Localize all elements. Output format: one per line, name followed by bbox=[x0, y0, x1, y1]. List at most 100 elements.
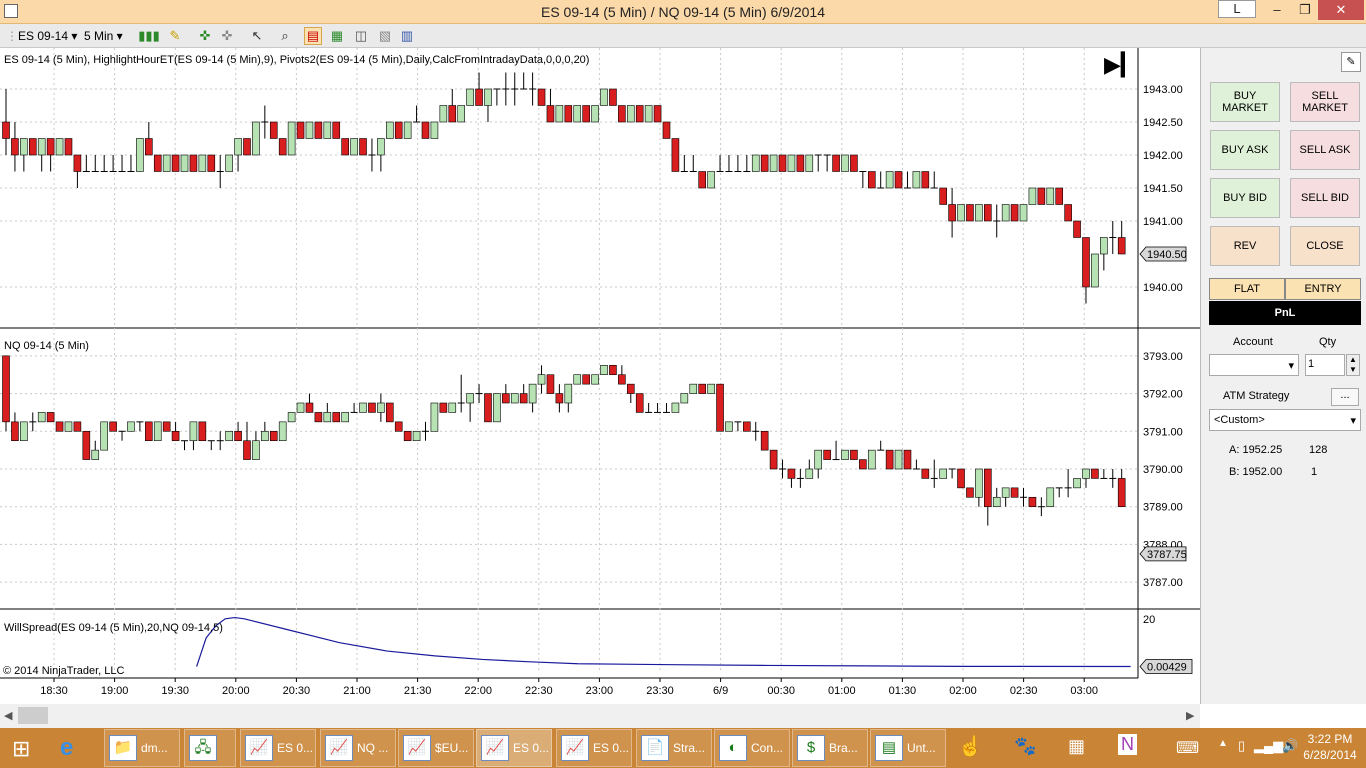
windows-start-icon[interactable]: ⊞ bbox=[12, 736, 30, 762]
maximize-icon[interactable]: ❐ bbox=[1292, 0, 1318, 20]
chart-trader-icon[interactable]: ▤ bbox=[304, 27, 322, 45]
taskbar-item[interactable]: 📈 ES 0... bbox=[476, 729, 552, 767]
scroll-left-icon[interactable]: ◀ bbox=[4, 709, 12, 722]
close-icon[interactable]: ✕ bbox=[1318, 0, 1364, 20]
candle-up bbox=[573, 105, 582, 123]
candle-up bbox=[189, 421, 198, 442]
scroll-right-icon[interactable]: ▶ bbox=[1186, 709, 1194, 722]
link-button[interactable]: L bbox=[1218, 0, 1256, 18]
candle-up bbox=[528, 383, 537, 404]
buy-ask-button[interactable]: BUY ASK bbox=[1210, 130, 1280, 170]
taskbar-item[interactable]: ◐ Con... bbox=[714, 729, 790, 767]
data-box-icon[interactable]: ▥ bbox=[398, 27, 416, 45]
chart-canvas[interactable]: 1943.00 1942.50 1942.00 1941.50 1941.00 1940.… bbox=[0, 48, 1200, 704]
candle-up bbox=[287, 412, 296, 423]
jump-to-end-icon[interactable]: ▶▎ bbox=[1104, 54, 1138, 76]
candle-down bbox=[243, 138, 251, 156]
properties-icon[interactable]: ▧ bbox=[376, 27, 394, 45]
global-crosshair-icon[interactable]: ✜ bbox=[218, 27, 236, 45]
zoom-icon[interactable]: ⌕ bbox=[276, 27, 294, 45]
last-price-label: 3787.75 bbox=[1147, 549, 1187, 561]
horizontal-scrollbar[interactable]: ◀ ▶ bbox=[0, 704, 1200, 728]
candle-down bbox=[207, 154, 216, 172]
time-tick-label: 00:30 bbox=[767, 685, 795, 697]
crosshair-icon[interactable]: ✜ bbox=[196, 27, 214, 45]
clock-time[interactable]: 3:22 PM bbox=[1300, 732, 1360, 746]
instrument-selector[interactable]: ES 09-14 ▾ bbox=[18, 27, 77, 45]
candle-up bbox=[573, 374, 582, 385]
network-signal-icon[interactable]: ▂▄▆ bbox=[1254, 738, 1283, 754]
sell-ask-button[interactable]: SELL ASK bbox=[1290, 130, 1360, 170]
chart-area[interactable]: 1943.00 1942.50 1942.00 1941.50 1941.00 1940.… bbox=[0, 48, 1200, 704]
taskbar-item[interactable]: ▤ Unt... bbox=[870, 729, 946, 767]
cursor-icon[interactable]: ↖ bbox=[248, 27, 266, 45]
candle-up bbox=[814, 449, 823, 470]
internet-explorer-icon[interactable]: e bbox=[60, 734, 73, 762]
candle-up bbox=[430, 402, 439, 432]
candle-up bbox=[626, 105, 635, 123]
taskbar-item[interactable]: 📈 ES 0... bbox=[556, 729, 632, 767]
atm-strategy-select[interactable]: <Custom> ▾ bbox=[1209, 409, 1361, 431]
candle-down bbox=[368, 402, 376, 413]
candle-up bbox=[591, 374, 599, 385]
taskbar-item[interactable]: 📈 NQ ... bbox=[320, 729, 396, 767]
candle-down bbox=[2, 355, 10, 423]
taskbar-item[interactable]: 📈 ES 0... bbox=[240, 729, 316, 767]
interval-selector[interactable]: 5 Min ▾ bbox=[84, 27, 123, 45]
candle-down bbox=[957, 468, 965, 489]
candle-down bbox=[662, 121, 671, 139]
candle-up bbox=[341, 412, 349, 423]
bars-type-icon[interactable]: ▮▮▮ bbox=[138, 27, 160, 45]
spread-panel-label: WillSpread(ES 09-14 (5 Min),20,NQ 09-14,… bbox=[4, 622, 223, 634]
atm-more-button[interactable]: ... bbox=[1331, 388, 1359, 406]
network-icon: 🖧 bbox=[189, 735, 217, 761]
candle-down bbox=[296, 121, 305, 139]
account-select[interactable]: ▾ bbox=[1209, 354, 1299, 376]
es-panel-label: ES 09-14 (5 Min), HighlightHourET(ES 09-… bbox=[4, 54, 590, 66]
taskbar-item[interactable]: 📈 $EU... bbox=[398, 729, 474, 767]
sell-bid-button[interactable]: SELL BID bbox=[1290, 178, 1360, 218]
taskbar-item[interactable]: 🖧 bbox=[184, 729, 236, 767]
taskbar-item[interactable]: 📄 Stra... bbox=[636, 729, 712, 767]
interval-label: 5 Min bbox=[84, 29, 114, 43]
candle-up bbox=[127, 421, 135, 432]
price-tick-label: 3793.00 bbox=[1143, 351, 1183, 363]
clock-date[interactable]: 6/28/2014 bbox=[1296, 748, 1364, 762]
candle-up bbox=[1091, 253, 1099, 288]
candle-up bbox=[377, 402, 385, 413]
candle-down bbox=[850, 449, 858, 460]
candle-up bbox=[20, 421, 28, 442]
candle-down bbox=[921, 171, 930, 189]
qty-input[interactable]: 1 bbox=[1305, 354, 1345, 376]
qty-stepper[interactable]: ▲ ▼ bbox=[1346, 354, 1360, 376]
scroll-thumb[interactable] bbox=[18, 707, 48, 724]
onenote-icon[interactable]: N bbox=[1118, 734, 1137, 755]
drawing-pencil-icon[interactable]: ✎ bbox=[166, 27, 184, 45]
pointer-app-icon[interactable]: ☝ bbox=[958, 734, 983, 759]
calculator-icon[interactable]: ▦ bbox=[1068, 736, 1085, 757]
buy-bid-button[interactable]: BUY BID bbox=[1210, 178, 1280, 218]
close-position-button[interactable]: CLOSE bbox=[1290, 226, 1360, 266]
buy-market-button[interactable]: BUY MARKET bbox=[1210, 82, 1280, 122]
keyboard-icon[interactable]: ⌨ bbox=[1176, 738, 1199, 758]
pin-icon[interactable]: ✎ bbox=[1341, 52, 1361, 72]
candle-down bbox=[618, 374, 626, 385]
indicators-icon[interactable]: ◫ bbox=[352, 27, 370, 45]
sell-market-button[interactable]: SELL MARKET bbox=[1290, 82, 1360, 122]
account-label: Account bbox=[1233, 336, 1273, 348]
show-hidden-icons-icon[interactable]: ▲ bbox=[1218, 738, 1228, 749]
reverse-button[interactable]: REV bbox=[1210, 226, 1280, 266]
candle-up bbox=[350, 138, 358, 156]
pnl-display: PnL bbox=[1209, 301, 1361, 325]
minimize-icon[interactable]: – bbox=[1262, 0, 1292, 20]
strategies-icon[interactable]: ▦ bbox=[328, 27, 346, 45]
power-icon[interactable]: ▯ bbox=[1238, 738, 1245, 754]
time-tick-label: 21:00 bbox=[343, 685, 371, 697]
taskbar-item[interactable]: 📁 dm... bbox=[104, 729, 180, 767]
candle-down bbox=[760, 430, 769, 451]
taskbar-item[interactable]: $ Bra... bbox=[792, 729, 868, 767]
candle-up bbox=[1001, 204, 1010, 222]
candle-up bbox=[805, 154, 814, 172]
gimp-icon[interactable]: 🐾 bbox=[1014, 736, 1036, 757]
atm-strategy-value: <Custom> bbox=[1214, 414, 1265, 426]
